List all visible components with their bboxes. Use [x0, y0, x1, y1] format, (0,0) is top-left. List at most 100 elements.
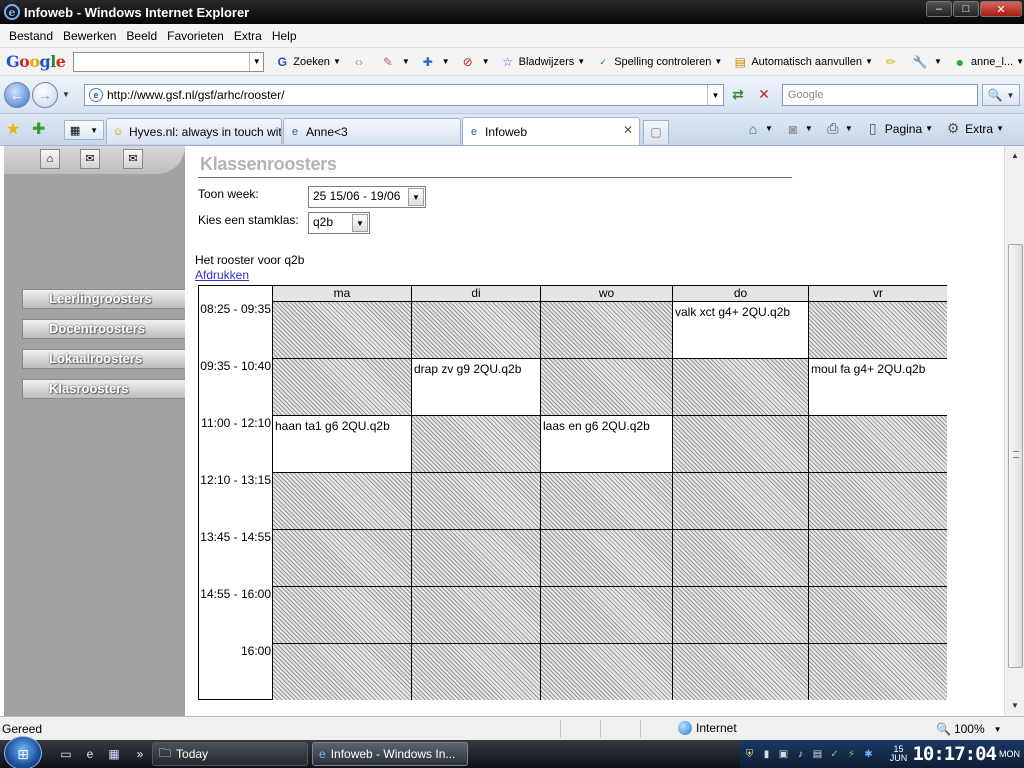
security-shield-icon[interactable]: ⛨: [742, 747, 757, 762]
google-toolbar: Google ▼ G Zoeken ▼ ‹› ✎ ▼ ✚ ▼ ⊘ ▼ ☆ Bladwij…: [0, 48, 1024, 76]
switch-windows-icon[interactable]: ▦: [106, 746, 122, 762]
empty-cell: [672, 529, 808, 586]
settings-button[interactable]: 🔧 ▼: [912, 54, 941, 70]
forward-button[interactable]: →: [32, 81, 58, 108]
print-link[interactable]: Afdrukken: [195, 268, 249, 282]
class-select[interactable]: q2b ▼: [308, 212, 370, 234]
zoeken-label: Zoeken: [293, 55, 330, 68]
search-options-icon: ▼: [1006, 90, 1015, 100]
popup-blocker-button[interactable]: ⊘ ▼: [460, 54, 490, 70]
empty-cell: [540, 301, 672, 358]
url-dropdown[interactable]: ▼: [707, 85, 723, 105]
refresh-button[interactable]: ⇄: [728, 86, 748, 106]
sidebar-item-docentroosters[interactable]: Docentroosters: [22, 319, 185, 339]
sync-icon[interactable]: ✓: [827, 747, 842, 762]
empty-cell: [808, 643, 947, 700]
add-button[interactable]: ✚ ▼: [420, 54, 450, 70]
clock[interactable]: 15 JUN 10:17:04 MON: [889, 740, 1020, 768]
start-button[interactable]: ⊞: [4, 736, 42, 768]
autofill-button[interactable]: ▤ Automatisch aanvullen ▼: [732, 54, 873, 70]
highlight-button[interactable]: ✎ ▼: [380, 54, 410, 70]
history-dropdown[interactable]: ▼: [62, 90, 70, 99]
network-icon[interactable]: ▣: [776, 747, 791, 762]
new-tab-button[interactable]: ▢: [643, 120, 669, 144]
search-input[interactable]: Google: [782, 84, 978, 106]
menu-beeld[interactable]: Beeld: [121, 29, 162, 43]
sidebar-item-klasroosters[interactable]: Klasroosters: [22, 379, 185, 399]
sidebar: ⌂ ✉ ✉ Leerlingroosters Docentroosters Lo…: [4, 146, 185, 716]
sidebar-item-lokaalroosters[interactable]: Lokaalroosters: [22, 349, 185, 369]
signal-bars-icon[interactable]: ▮: [759, 747, 774, 762]
empty-cell: [808, 586, 947, 643]
tab-anne[interactable]: e Anne<3: [283, 118, 461, 144]
zoeken-button[interactable]: G Zoeken ▼: [274, 54, 341, 70]
tab-infoweb[interactable]: e Infoweb ✕: [462, 117, 640, 145]
feed-dropdown[interactable]: ▼: [805, 124, 813, 133]
maximize-button[interactable]: □: [953, 1, 979, 17]
menu-favorieten[interactable]: Favorieten: [162, 29, 229, 43]
show-desktop-icon[interactable]: ▭: [58, 746, 74, 762]
main-content: Klassenroosters Toon week: 25 15/06 - 19…: [195, 146, 1000, 716]
send-to-button[interactable]: ✏: [883, 54, 902, 70]
bluetooth-icon[interactable]: ✱: [861, 747, 876, 762]
rss-feed-icon[interactable]: ◙: [784, 121, 802, 137]
url-field[interactable]: e http://www.gsf.nl/gsf/arhc/rooster/ ▼: [84, 84, 724, 106]
minimize-button[interactable]: ‒: [926, 1, 952, 17]
scroll-up-icon[interactable]: ▲: [1007, 148, 1023, 164]
task-today[interactable]: 🗀 Today: [152, 742, 308, 766]
google-search-input[interactable]: ▼: [73, 51, 265, 72]
url-text: http://www.gsf.nl/gsf/arhc/rooster/: [107, 88, 285, 102]
back-button[interactable]: ←: [4, 81, 30, 108]
mail-send-icon[interactable]: ✉: [80, 149, 100, 169]
quick-tabs-button[interactable]: ▦ ▼: [64, 120, 104, 140]
system-tray: ⛨ ▮ ▣ ♪ ▤ ✓ ⚡ ✱ 15 JUN 10:17:04 MON: [740, 740, 1024, 768]
home-icon[interactable]: ⌂: [40, 149, 60, 169]
folder-icon: 🗀: [159, 745, 172, 760]
pagina-menu[interactable]: Pagina: [885, 122, 922, 136]
add-favorites-icon[interactable]: ✚: [32, 119, 45, 139]
home-dropdown[interactable]: ▼: [765, 124, 773, 133]
ie-quicklaunch-icon[interactable]: e: [82, 746, 98, 762]
day-header-wo: wo: [540, 286, 672, 302]
menu-bestand[interactable]: Bestand: [4, 29, 58, 43]
envelope-icon[interactable]: ✉: [123, 149, 143, 169]
bladwijzers-button[interactable]: ☆ Bladwijzers ▼: [500, 54, 585, 70]
device-icon[interactable]: ▤: [810, 747, 825, 762]
tab-hyves[interactable]: ☺ Hyves.nl: always in touch wit...: [106, 118, 282, 144]
stop-button[interactable]: ✕: [754, 86, 774, 106]
google-search-dropdown[interactable]: ▼: [249, 52, 263, 71]
menu-extra[interactable]: Extra: [229, 29, 267, 43]
empty-cell: [411, 301, 540, 358]
nav-arrows-button[interactable]: ‹›: [351, 54, 370, 70]
menu-bewerken[interactable]: Bewerken: [58, 29, 121, 43]
empty-cell: [272, 358, 411, 415]
vertical-scrollbar[interactable]: ▲ ▼: [1004, 146, 1024, 716]
grip-icon: [1013, 451, 1019, 458]
sidebar-item-leerlingroosters[interactable]: Leerlingroosters: [22, 289, 185, 309]
scroll-down-icon[interactable]: ▼: [1007, 698, 1023, 714]
scroll-thumb[interactable]: [1008, 244, 1023, 668]
day-header-do: do: [672, 286, 808, 302]
account-button[interactable]: ● anne_l... ▼: [952, 54, 1024, 70]
task-infoweb[interactable]: e Infoweb - Windows In...: [312, 742, 468, 766]
zoom-control[interactable]: 🔍 100% ▼: [936, 722, 1002, 736]
empty-cell: [272, 301, 411, 358]
more-quicklaunch-icon[interactable]: »: [132, 746, 148, 762]
power-icon[interactable]: ⚡: [844, 747, 859, 762]
print-dropdown[interactable]: ▼: [845, 124, 853, 133]
menu-help[interactable]: Help: [267, 29, 302, 43]
favorites-star-icon[interactable]: ★: [6, 119, 20, 139]
close-button[interactable]: ✕: [980, 1, 1022, 17]
spelling-button[interactable]: ✓ Spelling controleren ▼: [595, 54, 722, 70]
home-icon[interactable]: ⌂: [744, 121, 762, 137]
title-divider: [198, 177, 792, 178]
week-select[interactable]: 25 15/06 - 19/06 ▼: [308, 186, 426, 208]
extra-menu[interactable]: Extra: [965, 122, 993, 136]
close-tab-icon[interactable]: ✕: [623, 123, 633, 137]
time-slot-label: 12:10 - 13:15: [200, 473, 271, 487]
time-slot-label: 13:45 - 14:55: [200, 530, 271, 544]
printer-icon[interactable]: ⎙: [824, 120, 842, 137]
volume-icon[interactable]: ♪: [793, 747, 808, 762]
search-button[interactable]: 🔍 ▼: [982, 84, 1020, 106]
wrench-icon: 🔧: [912, 54, 928, 69]
